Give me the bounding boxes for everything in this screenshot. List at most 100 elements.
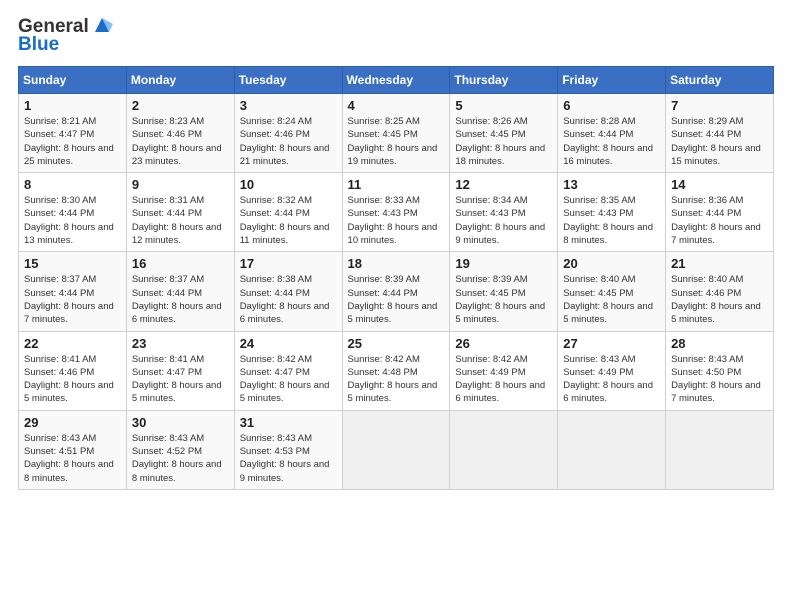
day-info: Sunrise: 8:28 AMSunset: 4:44 PMDaylight:…: [563, 115, 660, 168]
day-number: 3: [240, 98, 337, 113]
day-cell: 3 Sunrise: 8:24 AMSunset: 4:46 PMDaylight…: [234, 94, 342, 173]
day-info: Sunrise: 8:31 AMSunset: 4:44 PMDaylight:…: [132, 194, 229, 247]
day-number: 15: [24, 256, 121, 271]
logo: General Blue: [18, 16, 113, 56]
day-cell: 23Sunrise: 8:41 AMSunset: 4:47 PMDayligh…: [126, 331, 234, 410]
day-number: 2: [132, 98, 229, 113]
day-cell: [450, 410, 558, 489]
day-cell: [558, 410, 666, 489]
day-number: 28: [671, 336, 768, 351]
day-info: Sunrise: 8:43 AMSunset: 4:52 PMDaylight:…: [132, 432, 229, 485]
day-cell: 11 Sunrise: 8:33 AMSunset: 4:43 PMDayligh…: [342, 173, 450, 252]
day-info: Sunrise: 8:30 AMSunset: 4:44 PMDaylight:…: [24, 194, 121, 247]
calendar-page: General Blue SundayMondayTuesdayWednesda…: [0, 0, 792, 502]
day-cell: 15 Sunrise: 8:37 AMSunset: 4:44 PMDayligh…: [19, 252, 127, 331]
logo-icon: [91, 14, 113, 36]
day-cell: 14 Sunrise: 8:36 AMSunset: 4:44 PMDayligh…: [666, 173, 774, 252]
day-number: 23: [132, 336, 229, 351]
day-number: 9: [132, 177, 229, 192]
day-info: Sunrise: 8:40 AMSunset: 4:45 PMDaylight:…: [563, 273, 660, 326]
day-number: 4: [348, 98, 445, 113]
day-cell: 2 Sunrise: 8:23 AMSunset: 4:46 PMDaylight…: [126, 94, 234, 173]
day-info: Sunrise: 8:43 AMSunset: 4:49 PMDaylight:…: [563, 353, 660, 406]
day-info: Sunrise: 8:39 AMSunset: 4:44 PMDaylight:…: [348, 273, 445, 326]
col-header-thursday: Thursday: [450, 67, 558, 94]
header: General Blue: [18, 16, 774, 56]
day-cell: 5 Sunrise: 8:26 AMSunset: 4:45 PMDaylight…: [450, 94, 558, 173]
day-info: Sunrise: 8:39 AMSunset: 4:45 PMDaylight:…: [455, 273, 552, 326]
day-number: 6: [563, 98, 660, 113]
day-cell: 7Sunrise: 8:29 AMSunset: 4:44 PMDaylight…: [666, 94, 774, 173]
col-header-tuesday: Tuesday: [234, 67, 342, 94]
day-number: 20: [563, 256, 660, 271]
day-info: Sunrise: 8:43 AMSunset: 4:53 PMDaylight:…: [240, 432, 337, 485]
day-cell: 22 Sunrise: 8:41 AMSunset: 4:46 PMDayligh…: [19, 331, 127, 410]
day-cell: 10 Sunrise: 8:32 AMSunset: 4:44 PMDayligh…: [234, 173, 342, 252]
day-number: 21: [671, 256, 768, 271]
day-cell: 18 Sunrise: 8:39 AMSunset: 4:44 PMDayligh…: [342, 252, 450, 331]
day-info: Sunrise: 8:21 AMSunset: 4:47 PMDaylight:…: [24, 115, 121, 168]
day-cell: 28Sunrise: 8:43 AMSunset: 4:50 PMDayligh…: [666, 331, 774, 410]
col-header-sunday: Sunday: [19, 67, 127, 94]
day-info: Sunrise: 8:33 AMSunset: 4:43 PMDaylight:…: [348, 194, 445, 247]
calendar-table: SundayMondayTuesdayWednesdayThursdayFrid…: [18, 66, 774, 490]
day-number: 17: [240, 256, 337, 271]
day-info: Sunrise: 8:25 AMSunset: 4:45 PMDaylight:…: [348, 115, 445, 168]
week-row: 29 Sunrise: 8:43 AMSunset: 4:51 PMDayligh…: [19, 410, 774, 489]
day-number: 18: [348, 256, 445, 271]
day-info: Sunrise: 8:24 AMSunset: 4:46 PMDaylight:…: [240, 115, 337, 168]
day-cell: 27Sunrise: 8:43 AMSunset: 4:49 PMDayligh…: [558, 331, 666, 410]
day-info: Sunrise: 8:43 AMSunset: 4:51 PMDaylight:…: [24, 432, 121, 485]
day-cell: 9 Sunrise: 8:31 AMSunset: 4:44 PMDaylight…: [126, 173, 234, 252]
day-info: Sunrise: 8:42 AMSunset: 4:47 PMDaylight:…: [240, 353, 337, 406]
week-row: 22 Sunrise: 8:41 AMSunset: 4:46 PMDayligh…: [19, 331, 774, 410]
col-header-friday: Friday: [558, 67, 666, 94]
day-info: Sunrise: 8:35 AMSunset: 4:43 PMDaylight:…: [563, 194, 660, 247]
day-number: 25: [348, 336, 445, 351]
day-cell: 6 Sunrise: 8:28 AMSunset: 4:44 PMDaylight…: [558, 94, 666, 173]
col-header-saturday: Saturday: [666, 67, 774, 94]
day-info: Sunrise: 8:37 AMSunset: 4:44 PMDaylight:…: [24, 273, 121, 326]
day-number: 14: [671, 177, 768, 192]
day-number: 10: [240, 177, 337, 192]
day-number: 30: [132, 415, 229, 430]
day-number: 1: [24, 98, 121, 113]
day-info: Sunrise: 8:41 AMSunset: 4:46 PMDaylight:…: [24, 353, 121, 406]
day-info: Sunrise: 8:37 AMSunset: 4:44 PMDaylight:…: [132, 273, 229, 326]
day-cell: 24Sunrise: 8:42 AMSunset: 4:47 PMDayligh…: [234, 331, 342, 410]
week-row: 8 Sunrise: 8:30 AMSunset: 4:44 PMDaylight…: [19, 173, 774, 252]
day-cell: [666, 410, 774, 489]
day-info: Sunrise: 8:23 AMSunset: 4:46 PMDaylight:…: [132, 115, 229, 168]
day-cell: 20 Sunrise: 8:40 AMSunset: 4:45 PMDayligh…: [558, 252, 666, 331]
day-info: Sunrise: 8:42 AMSunset: 4:48 PMDaylight:…: [348, 353, 445, 406]
day-cell: 26Sunrise: 8:42 AMSunset: 4:49 PMDayligh…: [450, 331, 558, 410]
day-number: 31: [240, 415, 337, 430]
day-cell: 17Sunrise: 8:38 AMSunset: 4:44 PMDayligh…: [234, 252, 342, 331]
day-cell: 21Sunrise: 8:40 AMSunset: 4:46 PMDayligh…: [666, 252, 774, 331]
col-header-wednesday: Wednesday: [342, 67, 450, 94]
day-number: 26: [455, 336, 552, 351]
day-number: 16: [132, 256, 229, 271]
day-cell: 8 Sunrise: 8:30 AMSunset: 4:44 PMDaylight…: [19, 173, 127, 252]
day-cell: 19 Sunrise: 8:39 AMSunset: 4:45 PMDayligh…: [450, 252, 558, 331]
day-cell: [342, 410, 450, 489]
day-number: 29: [24, 415, 121, 430]
day-number: 22: [24, 336, 121, 351]
day-number: 7: [671, 98, 768, 113]
day-cell: 25 Sunrise: 8:42 AMSunset: 4:48 PMDayligh…: [342, 331, 450, 410]
day-info: Sunrise: 8:36 AMSunset: 4:44 PMDaylight:…: [671, 194, 768, 247]
header-row: SundayMondayTuesdayWednesdayThursdayFrid…: [19, 67, 774, 94]
day-info: Sunrise: 8:26 AMSunset: 4:45 PMDaylight:…: [455, 115, 552, 168]
day-number: 13: [563, 177, 660, 192]
day-cell: 31 Sunrise: 8:43 AMSunset: 4:53 PMDayligh…: [234, 410, 342, 489]
col-header-monday: Monday: [126, 67, 234, 94]
day-cell: 13 Sunrise: 8:35 AMSunset: 4:43 PMDayligh…: [558, 173, 666, 252]
week-row: 15 Sunrise: 8:37 AMSunset: 4:44 PMDayligh…: [19, 252, 774, 331]
day-number: 8: [24, 177, 121, 192]
day-number: 5: [455, 98, 552, 113]
day-info: Sunrise: 8:32 AMSunset: 4:44 PMDaylight:…: [240, 194, 337, 247]
week-row: 1 Sunrise: 8:21 AMSunset: 4:47 PMDaylight…: [19, 94, 774, 173]
day-number: 19: [455, 256, 552, 271]
day-number: 11: [348, 177, 445, 192]
day-cell: 29 Sunrise: 8:43 AMSunset: 4:51 PMDayligh…: [19, 410, 127, 489]
